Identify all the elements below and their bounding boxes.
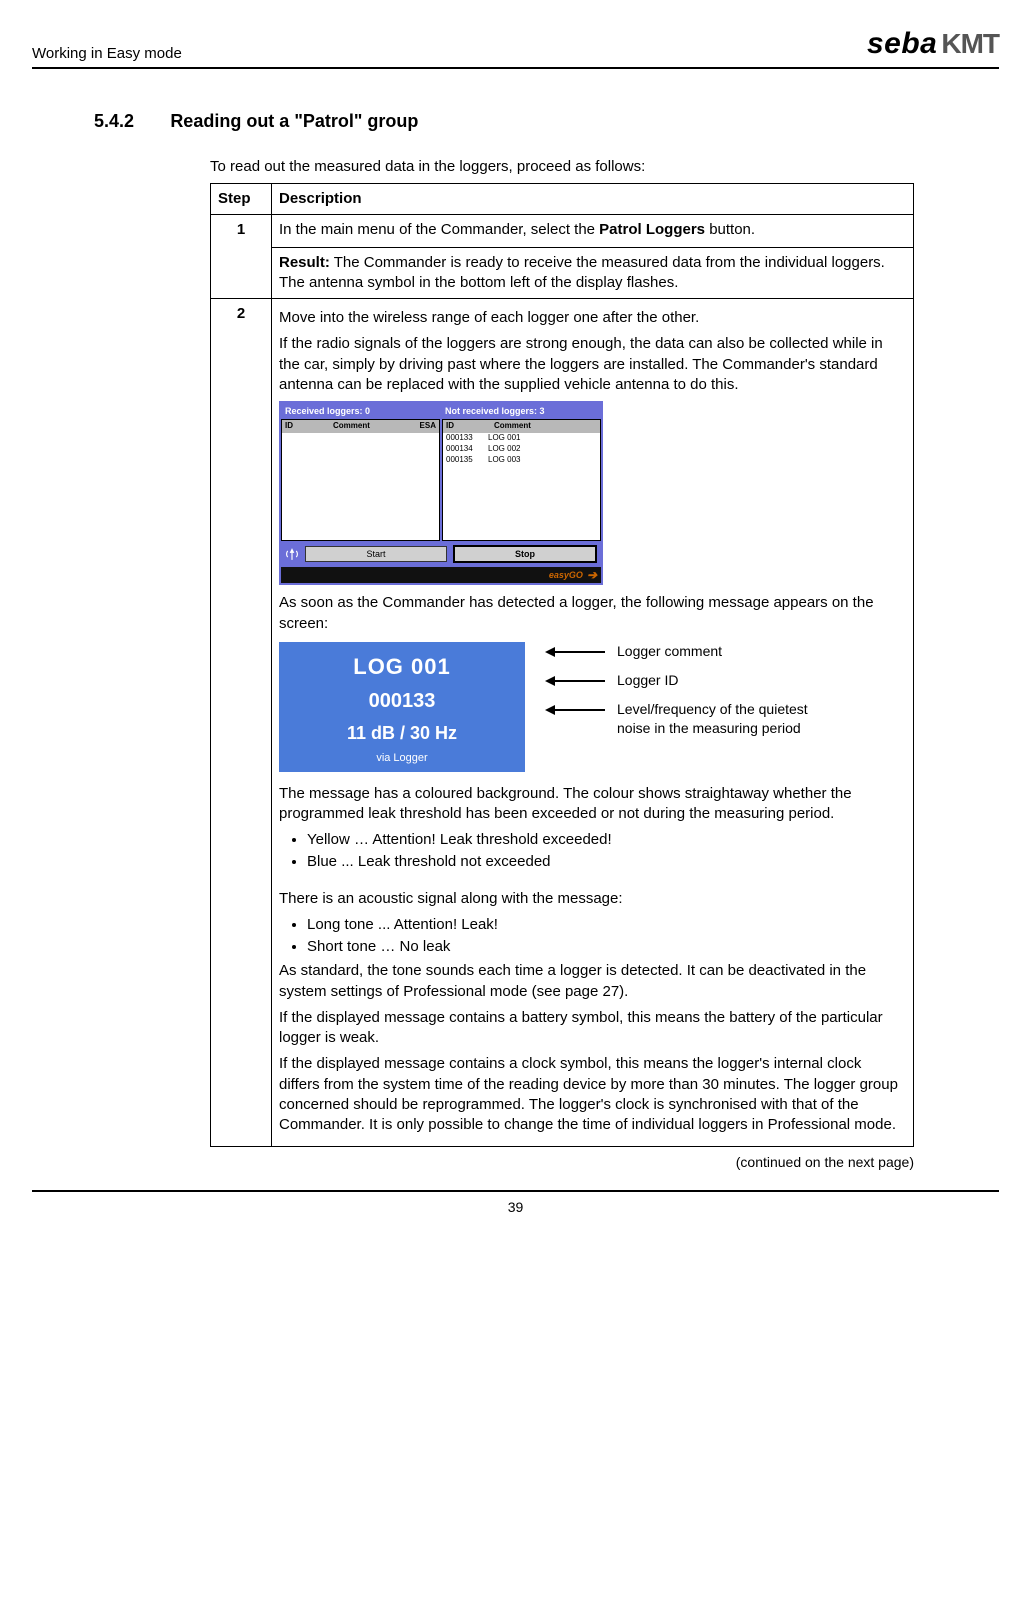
- annotation-text: Level/frequency of the quietest noise in…: [617, 700, 817, 738]
- page-number: 39: [508, 1199, 524, 1215]
- received-label: Received loggers: 0: [281, 403, 441, 419]
- msg-level-freq: 11 dB / 30 Hz: [283, 721, 521, 745]
- list-item: Short tone … No leak: [307, 937, 906, 957]
- col-esa: ESA: [417, 420, 439, 433]
- table-row: 1 In the main menu of the Commander, sel…: [211, 215, 914, 299]
- tone-list: Long tone ... Attention! Leak! Short ton…: [307, 915, 906, 958]
- col-comment: Comment: [491, 420, 600, 433]
- paragraph: As standard, the tone sounds each time a…: [279, 961, 906, 1002]
- arrow-left-icon: [545, 705, 605, 715]
- paragraph: As soon as the Commander has detected a …: [279, 593, 906, 634]
- section-title: Reading out a "Patrol" group: [170, 111, 418, 131]
- antenna-icon: [285, 547, 299, 561]
- easygo-label: easyGO: [549, 569, 583, 581]
- table-row: 2 Move into the wireless range of each l…: [211, 299, 914, 1147]
- text: In the main menu of the Commander, selec…: [279, 221, 599, 238]
- paragraph: If the radio signals of the loggers are …: [279, 334, 906, 395]
- page-content: 5.4.2 Reading out a "Patrol" group To re…: [94, 105, 914, 1173]
- annotations: Logger comment Logger ID Level/frequency…: [545, 642, 817, 748]
- arrow-left-icon: [545, 676, 605, 686]
- section-heading: 5.4.2 Reading out a "Patrol" group: [94, 105, 914, 135]
- received-list: ID Comment ESA: [281, 419, 440, 541]
- stop-button[interactable]: Stop: [453, 545, 597, 563]
- col-id: ID: [282, 420, 330, 433]
- text: button.: [705, 221, 755, 238]
- logger-message-panel: LOG 001 000133 11 dB / 30 Hz via Logger: [279, 642, 525, 772]
- start-button[interactable]: Start: [305, 546, 447, 562]
- list-item: Long tone ... Attention! Leak!: [307, 915, 906, 935]
- annotation: Level/frequency of the quietest noise in…: [545, 700, 817, 738]
- annotation: Logger comment: [545, 642, 817, 661]
- result-text: The Commander is ready to receive the me…: [279, 254, 885, 291]
- col-description: Description: [272, 184, 914, 215]
- step-number: 2: [211, 299, 272, 1147]
- page-header: Working in Easy mode seba KMT: [32, 24, 999, 69]
- table-header-row: Step Description: [211, 184, 914, 215]
- colour-list: Yellow … Attention! Leak threshold excee…: [307, 830, 906, 873]
- col-id: ID: [443, 420, 491, 433]
- message-example-row: LOG 001 000133 11 dB / 30 Hz via Logger …: [279, 642, 906, 772]
- col-comment: Comment: [330, 420, 417, 433]
- logger-id: 000134: [446, 444, 488, 455]
- list-item: 000134LOG 002: [443, 444, 600, 455]
- paragraph: The message has a coloured background. T…: [279, 784, 906, 825]
- annotation-text: Logger ID: [617, 671, 678, 690]
- list-header: ID Comment ESA: [282, 420, 439, 433]
- paragraph: If the displayed message contains a batt…: [279, 1008, 906, 1049]
- commander-screenshot: Received loggers: 0 Not received loggers…: [279, 401, 603, 585]
- patrol-loggers-label: Patrol Loggers: [599, 221, 705, 238]
- logger-id: 000135: [446, 455, 488, 466]
- brand-logo: seba KMT: [867, 24, 999, 65]
- step-description: Move into the wireless range of each log…: [272, 299, 914, 1147]
- paragraph: There is an acoustic signal along with t…: [279, 889, 906, 909]
- arrow-left-icon: [545, 647, 605, 657]
- not-received-list: ID Comment 000133LOG 001 000134LOG 002 0…: [442, 419, 601, 541]
- commander-header: Received loggers: 0 Not received loggers…: [281, 403, 601, 419]
- result-label: Result:: [279, 254, 330, 271]
- result-subrow: Result: The Commander is ready to receiv…: [272, 247, 913, 299]
- logo-seba: seba: [867, 24, 937, 65]
- logger-comment: LOG 002: [488, 444, 520, 455]
- arrow-right-icon: ➔: [587, 567, 597, 583]
- not-received-label: Not received loggers: 3: [441, 403, 601, 419]
- step-number: 1: [211, 215, 272, 299]
- logger-id: 000133: [446, 433, 488, 444]
- list-item: 000133LOG 001: [443, 433, 600, 444]
- msg-logger-comment: LOG 001: [283, 652, 521, 682]
- msg-logger-id: 000133: [283, 688, 521, 715]
- annotation: Logger ID: [545, 671, 817, 690]
- commander-footer: Start Stop: [281, 541, 601, 565]
- easygo-bar: easyGO ➔: [281, 567, 601, 583]
- list-item: Yellow … Attention! Leak threshold excee…: [307, 830, 906, 850]
- paragraph: Move into the wireless range of each log…: [279, 308, 906, 328]
- step-description: In the main menu of the Commander, selec…: [272, 215, 914, 299]
- msg-via: via Logger: [283, 751, 521, 766]
- header-title: Working in Easy mode: [32, 44, 182, 64]
- list-item: Blue ... Leak threshold not exceeded: [307, 852, 906, 872]
- annotation-text: Logger comment: [617, 642, 722, 661]
- page-footer: 39: [32, 1190, 999, 1217]
- commander-columns: ID Comment ESA ID Comment 000133LOG 001: [281, 419, 601, 541]
- logger-comment: LOG 003: [488, 455, 520, 466]
- section-number: 5.4.2: [94, 111, 134, 131]
- list-header: ID Comment: [443, 420, 600, 433]
- col-step: Step: [211, 184, 272, 215]
- steps-table: Step Description 1 In the main menu of t…: [210, 183, 914, 1147]
- logo-kmt: KMT: [941, 25, 999, 63]
- paragraph: If the displayed message contains a cloc…: [279, 1054, 906, 1135]
- list-item: 000135LOG 003: [443, 455, 600, 466]
- continued-label: (continued on the next page): [94, 1153, 914, 1172]
- logger-comment: LOG 001: [488, 433, 520, 444]
- intro-text: To read out the measured data in the log…: [210, 157, 914, 177]
